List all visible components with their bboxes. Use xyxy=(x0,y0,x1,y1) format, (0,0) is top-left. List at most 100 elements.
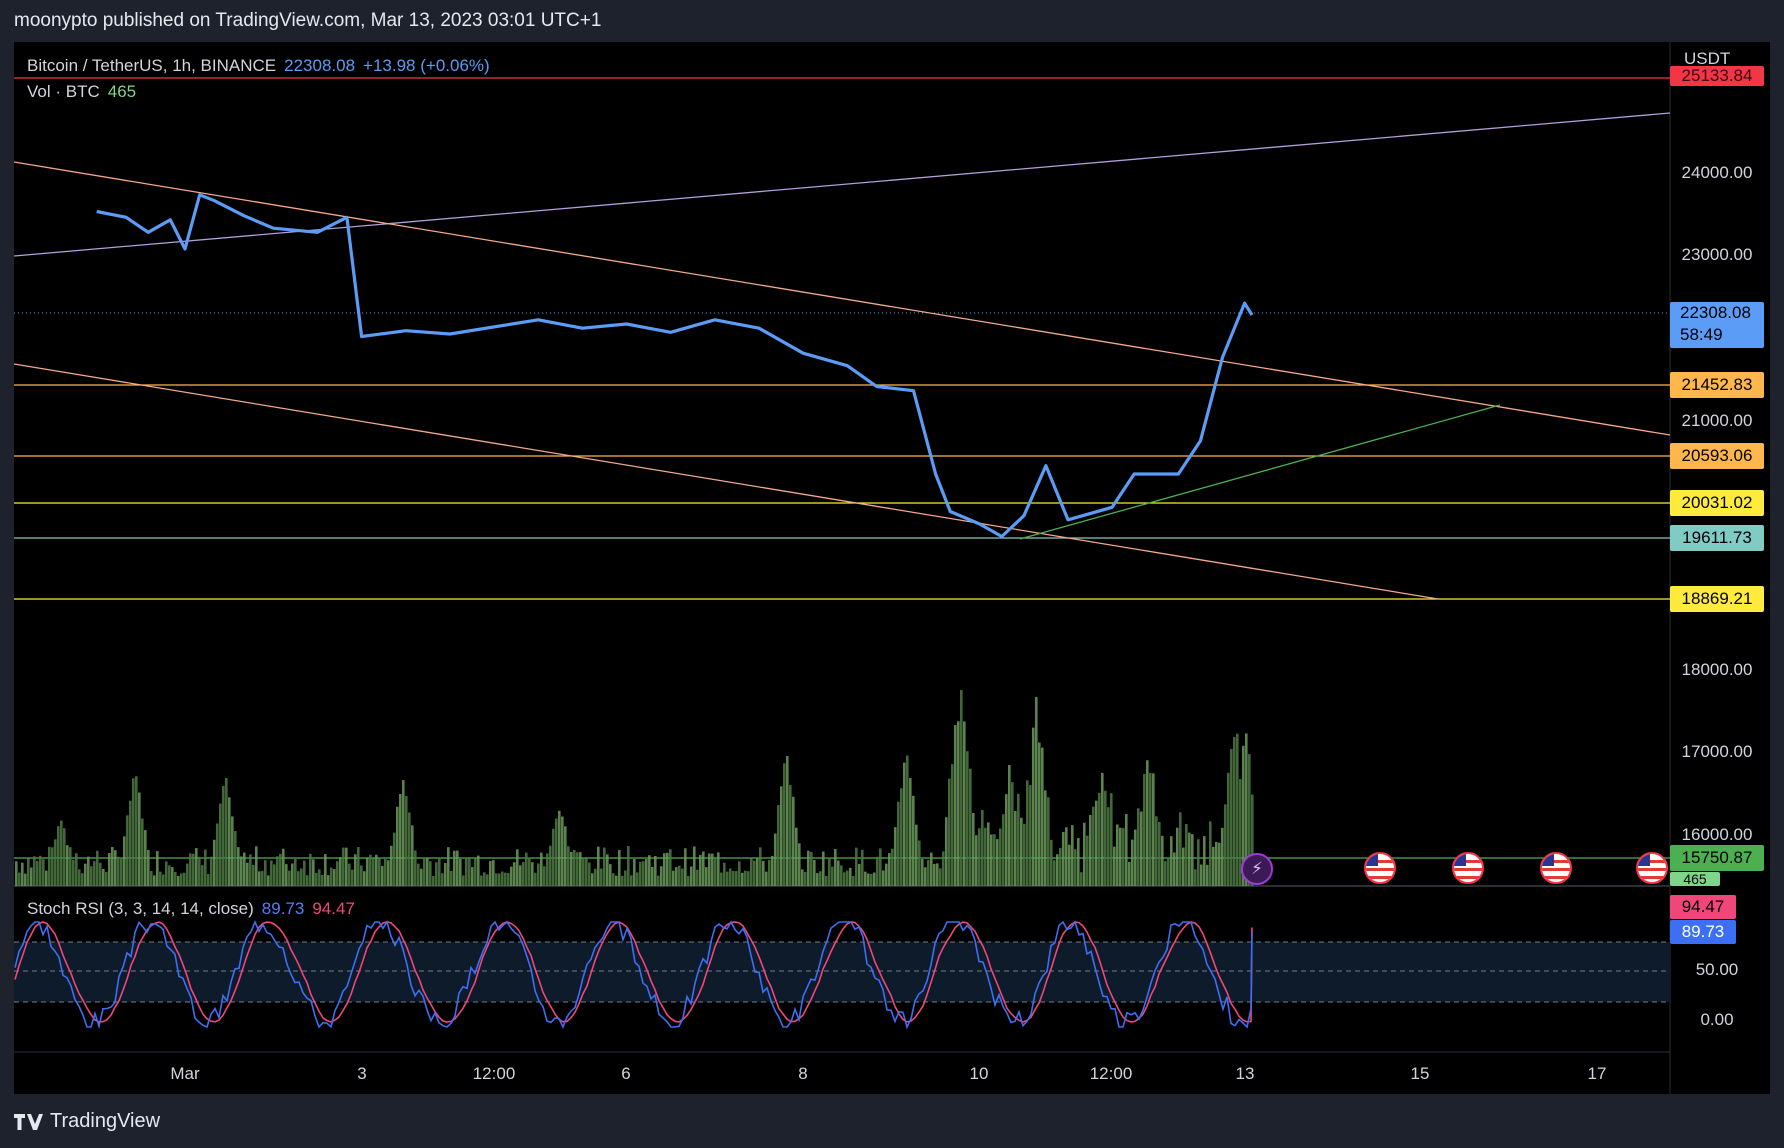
volume-bar xyxy=(891,848,894,886)
volume-bar xyxy=(39,855,42,886)
price-line xyxy=(96,193,1254,539)
volume-bar xyxy=(156,851,159,886)
volume-bar xyxy=(417,863,420,886)
volume-bar xyxy=(120,857,123,886)
volume-bar xyxy=(423,858,426,886)
us-flag-icon[interactable] xyxy=(1452,852,1484,884)
volume-bar xyxy=(57,826,60,886)
volume-label[interactable]: Vol · BTC xyxy=(27,82,100,101)
volume-bar xyxy=(972,812,975,886)
volume-histogram xyxy=(15,689,1254,886)
volume-bar xyxy=(657,875,660,886)
volume-bar xyxy=(72,859,75,886)
volume-bar xyxy=(663,853,666,886)
volume-bar xyxy=(306,875,309,886)
volume-bar xyxy=(546,853,549,886)
volume-bar xyxy=(246,862,249,886)
volume-bar xyxy=(51,847,54,886)
volume-bar xyxy=(468,857,471,886)
volume-bar xyxy=(1137,808,1140,886)
volume-bar xyxy=(456,850,459,886)
price-tag-20031: 20031.02 xyxy=(1670,490,1764,516)
volume-bar xyxy=(84,863,87,886)
price-tag-21452: 21452.83 xyxy=(1670,372,1764,398)
volume-bar xyxy=(828,857,831,886)
volume-bar xyxy=(186,863,189,886)
volume-bar xyxy=(168,865,171,886)
volume-bar xyxy=(177,875,180,886)
volume-bar xyxy=(858,863,861,886)
volume-bar xyxy=(492,860,495,886)
volume-bar xyxy=(1173,852,1176,886)
volume-bar xyxy=(138,792,141,886)
volume-bar xyxy=(504,872,507,886)
volume-bar xyxy=(810,851,813,886)
volume-bar xyxy=(612,873,615,886)
volume-bar xyxy=(1143,773,1146,886)
volume-bar xyxy=(588,862,591,886)
volume-bar xyxy=(108,853,111,886)
volume-bar xyxy=(720,872,723,886)
volume-bar xyxy=(453,850,456,886)
volume-bar xyxy=(837,860,840,886)
volume-bar xyxy=(585,857,588,886)
volume-bar xyxy=(435,862,438,886)
volume-bar xyxy=(633,859,636,886)
price-chart[interactable] xyxy=(14,42,1770,1094)
tradingview-footer[interactable]: TradingView xyxy=(14,1110,160,1133)
volume-bar xyxy=(840,865,843,886)
us-flag-icon[interactable] xyxy=(1636,852,1668,884)
volume-bar xyxy=(225,777,228,886)
volume-bar xyxy=(1149,773,1152,886)
volume-bar xyxy=(288,870,291,886)
volume-bar xyxy=(792,796,795,886)
volume-bar xyxy=(1236,733,1239,886)
volume-bar xyxy=(939,868,942,886)
volume-bar xyxy=(639,861,642,886)
volume-bar xyxy=(987,822,990,886)
us-flag-icon[interactable] xyxy=(1364,852,1396,884)
volume-bar xyxy=(753,860,756,886)
volume-bar xyxy=(216,823,219,886)
volume-bar xyxy=(1182,847,1185,886)
volume-bar xyxy=(978,828,981,886)
volume-bar xyxy=(189,853,192,886)
volume-bar xyxy=(732,871,735,886)
volume-bar xyxy=(318,869,321,886)
stoch-label[interactable]: Stoch RSI (3, 3, 14, 14, close) xyxy=(27,899,254,918)
lightning-icon[interactable]: ⚡ xyxy=(1241,853,1273,885)
volume-bar xyxy=(1083,822,1086,886)
volume-bar xyxy=(129,800,132,886)
stoch-legend: Stoch RSI (3, 3, 14, 14, close) 89.73 94.4… xyxy=(27,899,355,919)
volume-bar xyxy=(945,817,948,886)
chart-frame[interactable] xyxy=(14,42,1770,1094)
volume-bar xyxy=(1176,827,1179,886)
volume-bar xyxy=(768,860,771,886)
volume-bar xyxy=(909,778,912,886)
volume-bar xyxy=(273,864,276,886)
volume-bar xyxy=(117,856,120,886)
volume-bar xyxy=(867,873,870,886)
volume-bar xyxy=(63,828,66,886)
volume-bar xyxy=(849,867,852,886)
volume-bar xyxy=(687,875,690,886)
volume-bar xyxy=(708,853,711,886)
us-flag-icon[interactable] xyxy=(1540,852,1572,884)
volume-bar xyxy=(549,845,552,886)
volume-bar xyxy=(69,847,72,886)
symbol-label[interactable]: Bitcoin / TetherUS, 1h, BINANCE xyxy=(27,56,276,75)
current-price-value: 22308.08 xyxy=(1680,303,1751,322)
volume-bar xyxy=(1140,811,1143,886)
volume-bar xyxy=(948,778,951,886)
chart-legend: Bitcoin / TetherUS, 1h, BINANCE 22308.08 +… xyxy=(27,53,490,105)
volume-bar xyxy=(270,860,273,886)
volume-bar xyxy=(261,870,264,886)
volume-bar xyxy=(1086,835,1089,886)
volume-bar xyxy=(924,867,927,886)
volume-bar xyxy=(60,820,63,886)
volume-bar xyxy=(327,875,330,886)
volume-bar xyxy=(198,856,201,886)
volume-bar xyxy=(381,865,384,886)
volume-bar xyxy=(42,859,45,886)
volume-bar xyxy=(153,875,156,886)
